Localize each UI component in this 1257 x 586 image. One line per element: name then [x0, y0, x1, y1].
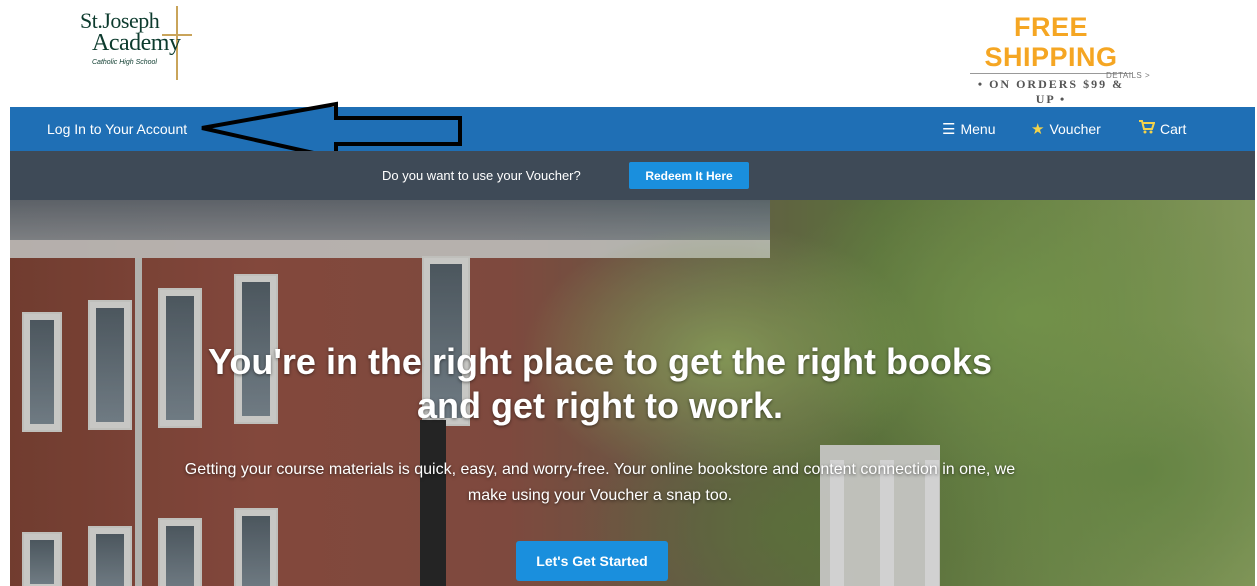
menu-label: Menu	[960, 121, 996, 137]
hero-subtitle: Getting your course materials is quick, …	[184, 461, 1016, 504]
voucher-bar: Do you want to use your Voucher? Redeem …	[10, 151, 1255, 200]
hamburger-icon: ☰	[942, 121, 956, 138]
details-link[interactable]: DETAILS >	[1106, 71, 1150, 80]
cart-icon	[1139, 120, 1156, 138]
get-started-button[interactable]: Let's Get Started	[516, 541, 668, 581]
site-header: St.Joseph Academy Catholic High School F…	[0, 0, 1257, 107]
cart-label: Cart	[1160, 121, 1187, 137]
cart-button[interactable]: Cart	[1139, 120, 1186, 138]
hero-banner: You're in the right place to get the rig…	[10, 200, 1255, 586]
login-link[interactable]: Log In to Your Account	[47, 121, 187, 137]
promo-subtitle: • ON ORDERS $99 & UP •	[977, 77, 1125, 106]
logo-text-line2: Academy	[92, 30, 181, 56]
star-icon: ★	[1031, 121, 1045, 138]
main-nav: Log In to Your Account ☰ Menu ★ Voucher …	[10, 107, 1255, 151]
voucher-label: Voucher	[1049, 121, 1101, 137]
logo-text-line3: Catholic High School	[92, 59, 157, 66]
voucher-question: Do you want to use your Voucher?	[382, 168, 581, 183]
free-shipping-promo: FREE SHIPPING • ON ORDERS $99 & UP •	[966, 12, 1136, 107]
redeem-button[interactable]: Redeem It Here	[629, 162, 749, 189]
voucher-button[interactable]: ★ Voucher	[1031, 120, 1101, 138]
menu-button[interactable]: ☰ Menu	[942, 120, 995, 138]
hero-title: You're in the right place to get the rig…	[208, 341, 992, 426]
promo-title: FREE SHIPPING	[984, 12, 1118, 72]
school-logo[interactable]: St.Joseph Academy Catholic High School	[80, 6, 200, 82]
